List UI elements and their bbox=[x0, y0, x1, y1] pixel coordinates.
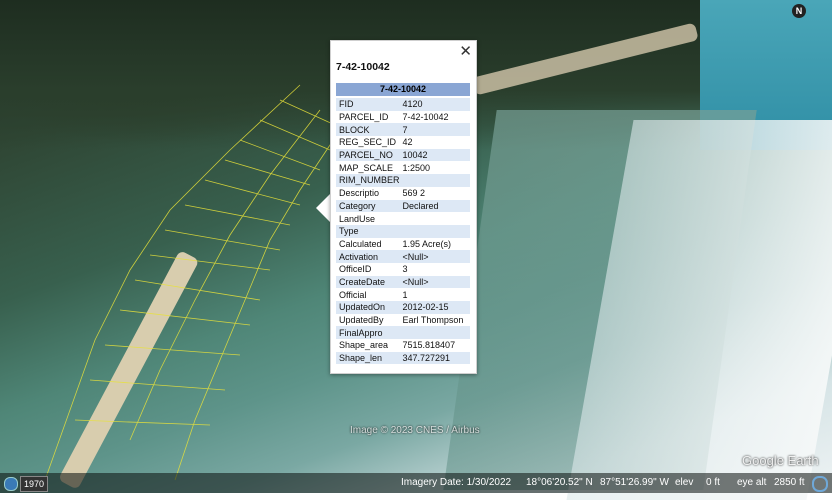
attribute-value: Declared bbox=[399, 199, 470, 213]
attribute-value: 7-42-10042 bbox=[402, 112, 449, 123]
latitude-readout: 18°06'20.52" N bbox=[526, 477, 593, 488]
attribute-key: MAP_SCALE bbox=[339, 162, 394, 173]
loading-icon bbox=[812, 476, 828, 492]
attribute-key: Descriptio bbox=[339, 188, 380, 199]
eye-altitude-label: eye alt bbox=[737, 477, 767, 488]
attribute-key: Shape_len bbox=[336, 351, 400, 365]
attribute-row: UpdatedOn 2012-02-15 bbox=[336, 301, 470, 314]
google-earth-logo: Google Earth bbox=[742, 453, 819, 468]
attribute-value bbox=[400, 212, 470, 225]
attribute-value: 569 2 bbox=[402, 188, 426, 199]
attribute-key: UpdatedBy bbox=[339, 315, 384, 326]
attribute-value: <Null> bbox=[399, 275, 470, 289]
attribute-row: RIM_NUMBER bbox=[336, 174, 470, 187]
close-icon[interactable]: ✕ bbox=[459, 42, 472, 60]
attribute-row: UpdatedBy Earl Thompson bbox=[336, 314, 470, 327]
attribute-value: 1 bbox=[402, 289, 408, 300]
attribute-value: 3 bbox=[402, 264, 408, 275]
parcel-line bbox=[89, 379, 226, 391]
attribute-key: FinalAppro bbox=[336, 326, 400, 340]
parcel-line bbox=[149, 254, 271, 271]
attribute-row: LandUse bbox=[336, 212, 470, 225]
attribute-key: UpdatedOn bbox=[336, 301, 400, 314]
parcel-line bbox=[134, 279, 261, 301]
attribute-value bbox=[399, 224, 470, 238]
attribute-key: OfficeID bbox=[339, 264, 372, 275]
attribute-row: Activation <Null> bbox=[336, 250, 470, 263]
parcel-line bbox=[104, 344, 241, 356]
attribute-key: Official bbox=[339, 289, 367, 300]
attribute-row: OfficeID 3 bbox=[336, 263, 470, 276]
attribute-key: PARCEL_ID bbox=[339, 112, 389, 123]
attribute-key: Type bbox=[336, 224, 400, 238]
attribute-value: 10042 bbox=[399, 148, 470, 162]
attribute-key: Activation bbox=[336, 250, 400, 263]
imagery-attribution: Image © 2023 CNES / Airbus bbox=[350, 425, 480, 436]
parcel-line bbox=[259, 119, 331, 151]
attribute-row: PARCEL_NO 10042 bbox=[336, 148, 470, 162]
parcel-line bbox=[224, 159, 311, 186]
attribute-row: Category Declared bbox=[336, 199, 470, 213]
attribute-value: 7515.818407 bbox=[402, 340, 456, 351]
popup-title: 7-42-10042 bbox=[336, 61, 390, 73]
attribute-value bbox=[399, 326, 470, 340]
attribute-value bbox=[399, 174, 470, 187]
status-bar: 1970 Imagery Date: 1/30/2022 18°06'20.52… bbox=[0, 473, 832, 493]
attribute-row: Official 1 bbox=[336, 288, 470, 301]
elevation-value: 0 ft bbox=[706, 477, 720, 488]
attribute-key: FID bbox=[336, 98, 400, 111]
eye-altitude-value: 2850 ft bbox=[774, 477, 805, 488]
parcel-boundary-west bbox=[44, 84, 301, 481]
attribute-key: Calculated bbox=[339, 238, 382, 249]
attribute-key: BLOCK bbox=[336, 123, 400, 137]
attribute-value: 347.727291 bbox=[399, 351, 470, 365]
attribute-value: 42 bbox=[402, 137, 413, 148]
attribute-row: Descriptio 569 2 bbox=[336, 187, 470, 200]
longitude-readout: 87°51'26.99" W bbox=[600, 477, 669, 488]
attribute-key: LandUse bbox=[339, 213, 376, 224]
elevation-label: elev bbox=[675, 477, 694, 488]
attribute-value: 7 bbox=[399, 123, 470, 137]
attribute-value: 2012-02-15 bbox=[399, 301, 470, 314]
imagery-date: Imagery Date: 1/30/2022 bbox=[401, 477, 512, 488]
attribute-row: Calculated 1.95 Acre(s) bbox=[336, 238, 470, 251]
parcel-line bbox=[239, 139, 321, 171]
attribute-key: Shape_area bbox=[339, 340, 389, 351]
attribute-key: PARCEL_NO bbox=[336, 148, 400, 162]
attribute-key: RIM_NUMBER bbox=[336, 174, 400, 187]
attribute-value: 1:2500 bbox=[402, 162, 431, 173]
parcel-line bbox=[74, 419, 211, 426]
attribute-row: REG_SEC_ID 42 bbox=[336, 136, 470, 149]
attribute-value: Earl Thompson bbox=[402, 315, 464, 326]
parcel-line bbox=[119, 309, 251, 326]
parcel-boundary-east bbox=[174, 129, 341, 481]
historical-imagery-year-button[interactable]: 1970 bbox=[20, 476, 48, 492]
attribute-key: CreateDate bbox=[336, 275, 400, 289]
north-compass-icon[interactable]: N bbox=[792, 4, 806, 18]
attribute-row: Shape_area 7515.818407 bbox=[336, 339, 470, 352]
attribute-table-header: 7-42-10042 bbox=[336, 83, 470, 96]
attribute-row: PARCEL_ID 7-42-10042 bbox=[336, 111, 470, 124]
attribute-row: MAP_SCALE 1:2500 bbox=[336, 161, 470, 174]
popup-pointer bbox=[316, 194, 330, 222]
attribute-row: BLOCK 7 bbox=[336, 123, 470, 137]
attribute-value: 4120 bbox=[399, 98, 470, 111]
attribute-row: CreateDate <Null> bbox=[336, 275, 470, 289]
attribute-value: <Null> bbox=[399, 250, 470, 263]
attribute-table: FID 4120 PARCEL_ID 7-42-10042 BLOCK 7 REG_SEC_… bbox=[336, 98, 470, 365]
parcel-info-popup: ✕ 7-42-10042 7-42-10042 FID 4120 PARCEL_ID… bbox=[330, 40, 477, 374]
parcel-line bbox=[279, 99, 336, 126]
attribute-key: REG_SEC_ID bbox=[339, 137, 397, 148]
parcel-line bbox=[164, 229, 281, 251]
attribute-row: Shape_len 347.727291 bbox=[336, 351, 470, 365]
attribute-key: Category bbox=[336, 199, 400, 213]
attribute-row: Type bbox=[336, 224, 470, 238]
attribute-row: FinalAppro bbox=[336, 326, 470, 340]
attribute-value: 1.95 Acre(s) bbox=[402, 238, 452, 249]
globe-icon[interactable] bbox=[4, 477, 18, 491]
attribute-row: FID 4120 bbox=[336, 98, 470, 111]
parcel-line bbox=[184, 204, 291, 226]
